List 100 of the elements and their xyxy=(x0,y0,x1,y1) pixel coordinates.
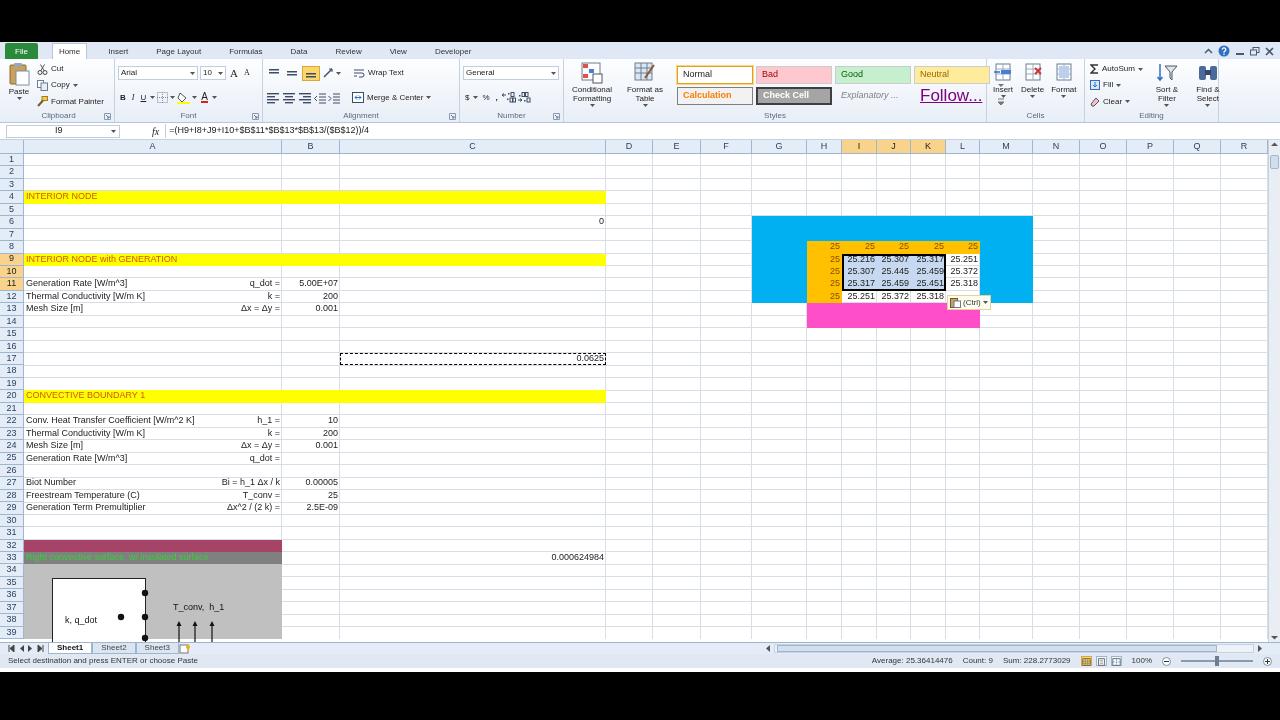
column-header[interactable]: B xyxy=(282,140,340,154)
align-center-icon[interactable] xyxy=(282,90,296,105)
bold-button[interactable]: B xyxy=(118,90,128,106)
dialog-launcher-icon[interactable] xyxy=(553,113,560,120)
find-select-button[interactable]: Find & Select xyxy=(1188,61,1227,110)
column-header[interactable]: J xyxy=(877,140,911,154)
row-header[interactable]: 17 xyxy=(0,353,24,366)
column-header[interactable]: Q xyxy=(1174,140,1221,154)
scroll-right-icon[interactable] xyxy=(1256,644,1264,653)
delete-cells-button[interactable]: Delete xyxy=(1019,61,1047,110)
ribbon-tab[interactable]: Insert xyxy=(101,43,136,59)
text-orientation-icon[interactable] xyxy=(322,67,334,80)
currency-button[interactable]: $ xyxy=(463,90,472,106)
sort-filter-button[interactable]: Sort & Filter xyxy=(1147,61,1186,110)
merge-center-button[interactable]: Merge & Center xyxy=(350,90,434,106)
cell-style-option[interactable]: Normal xyxy=(677,66,753,84)
ribbon-tab[interactable]: View xyxy=(382,43,414,59)
ribbon-tab[interactable]: Data xyxy=(283,43,315,59)
sheet-tab[interactable]: Sheet2 xyxy=(92,643,136,654)
cell-style-option[interactable]: Bad xyxy=(756,66,832,84)
column-header[interactable]: C xyxy=(340,140,606,154)
dialog-launcher-icon[interactable] xyxy=(449,113,456,120)
align-left-icon[interactable] xyxy=(266,90,280,105)
grow-font-button[interactable]: A xyxy=(228,65,240,81)
column-header[interactable]: H xyxy=(807,140,842,154)
clear-button[interactable]: Clear xyxy=(1088,94,1145,110)
page-break-view-button[interactable] xyxy=(1110,656,1122,666)
row-header[interactable]: 22 xyxy=(0,415,24,428)
close-icon[interactable] xyxy=(1265,46,1274,56)
column-header[interactable]: M xyxy=(980,140,1033,154)
cell-style-option[interactable]: Follow... xyxy=(914,87,990,105)
column-header[interactable]: F xyxy=(701,140,752,154)
normal-view-button[interactable] xyxy=(1080,656,1092,666)
column-header[interactable]: A xyxy=(24,140,282,154)
scrollbar-thumb[interactable] xyxy=(1270,155,1279,169)
column-header[interactable]: N xyxy=(1033,140,1080,154)
zoom-out-button[interactable] xyxy=(1162,656,1171,666)
decrease-indent-icon[interactable] xyxy=(314,91,326,104)
dialog-launcher-icon[interactable] xyxy=(104,113,111,120)
number-format-dropdown[interactable]: General xyxy=(463,66,559,81)
paste-button[interactable]: Paste xyxy=(6,61,32,110)
paste-options-button[interactable]: (Ctrl) xyxy=(947,295,991,310)
scroll-up-icon[interactable] xyxy=(1270,140,1279,149)
row-header[interactable]: 33 xyxy=(0,552,24,565)
row-header[interactable]: 20 xyxy=(0,390,24,403)
column-header[interactable]: E xyxy=(653,140,701,154)
row-header[interactable]: 34 xyxy=(0,564,24,577)
row-header[interactable]: 29 xyxy=(0,502,24,515)
column-header[interactable]: I xyxy=(842,140,877,154)
ribbon-tab[interactable]: Home xyxy=(51,43,88,59)
zoom-level-button[interactable]: 100% xyxy=(1131,655,1152,667)
row-header[interactable]: 1 xyxy=(0,154,24,167)
increase-decimal-icon[interactable] xyxy=(501,92,516,104)
first-sheet-icon[interactable] xyxy=(8,645,15,652)
decrease-decimal-icon[interactable] xyxy=(517,92,532,104)
ribbon-tab[interactable]: Review xyxy=(328,43,369,59)
italic-button[interactable]: I xyxy=(129,90,137,106)
file-menu-button[interactable]: File xyxy=(5,43,38,59)
scroll-left-icon[interactable] xyxy=(764,644,772,653)
fill-color-icon[interactable] xyxy=(177,91,191,104)
zoom-slider-thumb[interactable] xyxy=(1215,656,1219,666)
autosum-button[interactable]: AutoSum xyxy=(1088,61,1145,77)
insert-function-button[interactable]: fx xyxy=(152,123,160,139)
dialog-launcher-icon[interactable] xyxy=(252,113,259,120)
format-painter-button[interactable]: Format Painter xyxy=(35,94,106,110)
column-header[interactable]: P xyxy=(1127,140,1174,154)
row-header[interactable]: 27 xyxy=(0,477,24,490)
shrink-font-button[interactable]: A xyxy=(241,65,252,81)
ribbon-tab[interactable]: Formulas xyxy=(222,43,270,59)
cut-button[interactable]: Cut xyxy=(35,61,106,77)
cell-style-option[interactable]: Explanatory ... xyxy=(835,87,911,105)
row-header[interactable]: 4 xyxy=(0,191,24,204)
next-sheet-icon[interactable] xyxy=(28,645,33,652)
name-box[interactable]: I9 xyxy=(6,124,120,138)
row-header[interactable]: 2 xyxy=(0,166,24,179)
last-sheet-icon[interactable] xyxy=(37,645,44,652)
previous-sheet-icon[interactable] xyxy=(19,645,24,652)
copy-button[interactable]: Copy xyxy=(35,78,106,93)
help-icon[interactable] xyxy=(1218,45,1230,57)
column-header[interactable]: K xyxy=(911,140,946,154)
row-header[interactable]: 36 xyxy=(0,589,24,602)
ribbon-tab[interactable]: Page Layout xyxy=(149,43,209,59)
column-header[interactable]: D xyxy=(606,140,653,154)
ribbon-tab[interactable]: Developer xyxy=(427,43,479,59)
align-bottom-button[interactable] xyxy=(302,65,320,81)
comma-style-button[interactable]: , xyxy=(493,90,500,106)
insert-cells-button[interactable]: Insert xyxy=(990,61,1016,110)
column-header[interactable]: L xyxy=(946,140,980,154)
formula-input[interactable]: =(H9+I8+J9+I10+$B$11*$B$13*$B$13/($B$12))/4 xyxy=(165,124,369,138)
row-header[interactable]: 6 xyxy=(0,216,24,229)
column-header[interactable]: O xyxy=(1080,140,1127,154)
conditional-formatting-button[interactable]: Conditional Formatting xyxy=(567,61,617,110)
row-header[interactable]: 15 xyxy=(0,328,24,341)
row-header[interactable]: 8 xyxy=(0,241,24,254)
underline-button[interactable]: U xyxy=(138,90,149,106)
wrap-text-button[interactable]: Wrap Text xyxy=(351,65,406,81)
font-name-dropdown[interactable]: Arial xyxy=(118,66,198,81)
column-header[interactable]: R xyxy=(1221,140,1268,154)
gallery-more-icon[interactable] xyxy=(997,97,1005,106)
scrollbar-thumb[interactable] xyxy=(777,645,1217,652)
